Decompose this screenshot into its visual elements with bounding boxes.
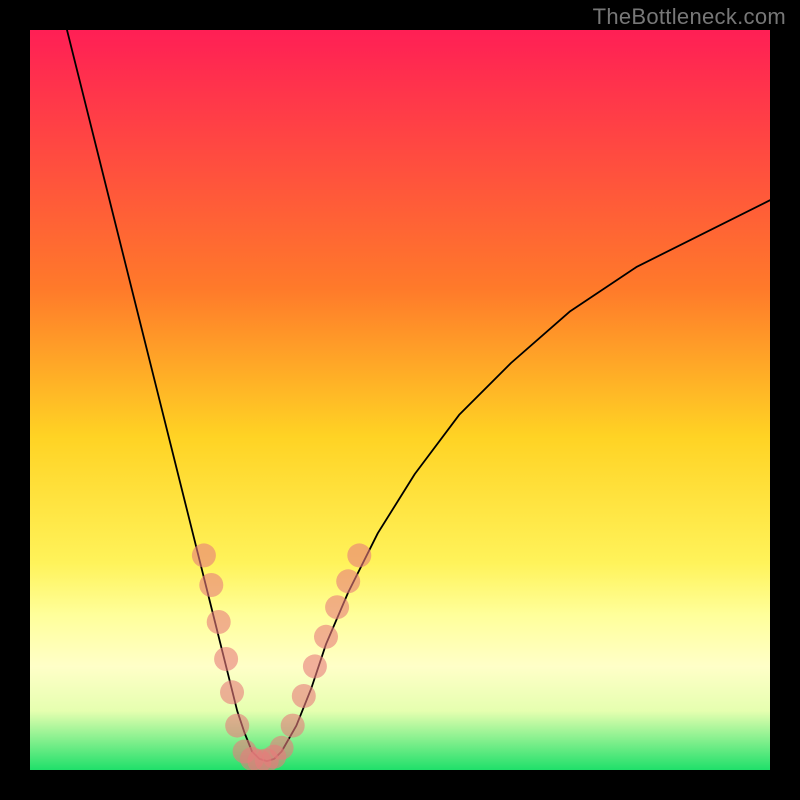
chart-frame: TheBottleneck.com <box>0 0 800 800</box>
plot-area <box>30 30 770 770</box>
watermark-text: TheBottleneck.com <box>593 4 786 30</box>
gradient-background <box>30 30 770 770</box>
plot-svg <box>30 30 770 770</box>
marker-point <box>347 543 371 567</box>
marker-point <box>225 714 249 738</box>
marker-point <box>336 569 360 593</box>
marker-point <box>303 654 327 678</box>
marker-point <box>192 543 216 567</box>
marker-point <box>325 595 349 619</box>
marker-point <box>207 610 231 634</box>
marker-point <box>270 736 294 760</box>
marker-point <box>292 684 316 708</box>
marker-point <box>220 680 244 704</box>
marker-point <box>281 714 305 738</box>
marker-point <box>199 573 223 597</box>
marker-point <box>214 647 238 671</box>
marker-point <box>314 625 338 649</box>
